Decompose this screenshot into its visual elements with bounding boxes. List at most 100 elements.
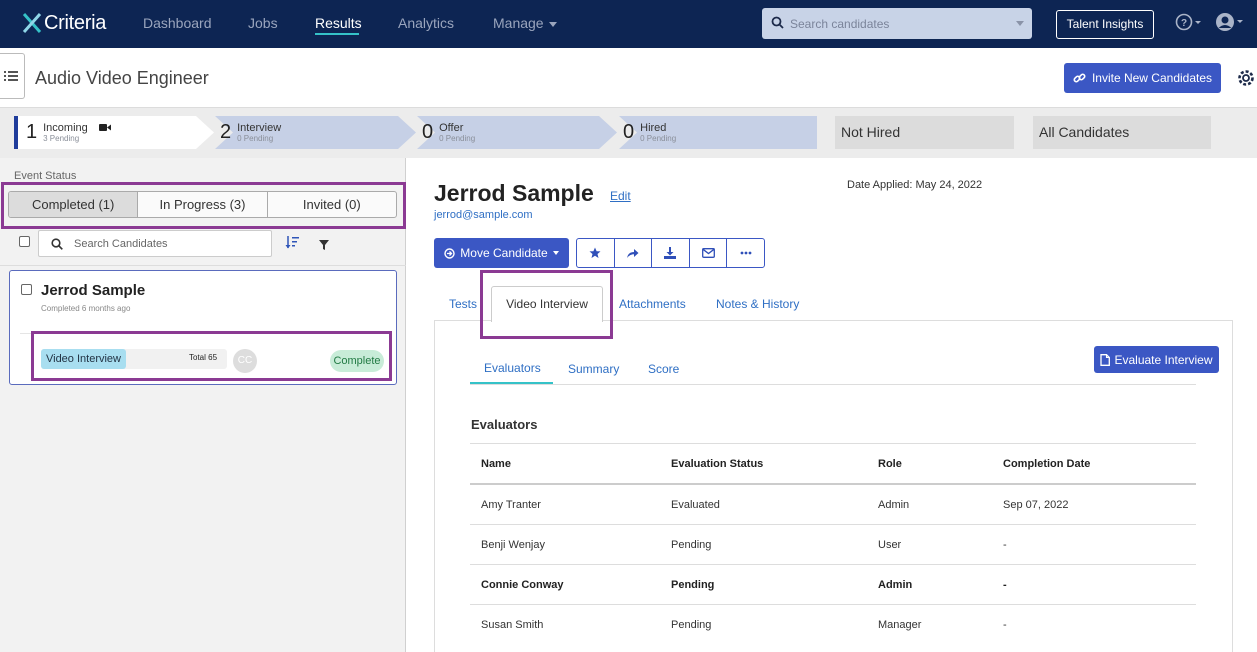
evaluation-status: Pending [671,619,712,631]
evaluation-status: Pending [671,539,712,551]
evaluator-name: Benji Wenjay [481,539,545,551]
evaluator-role: Admin [878,499,910,511]
subtab-score[interactable]: Score [648,362,679,376]
video-camera-icon [98,124,111,132]
stage-label: Offer [439,121,464,134]
table-rule [470,524,1196,525]
talent-insights-button[interactable]: Talent Insights [1056,10,1154,39]
invite-label: Invite New Candidates [1091,71,1213,85]
completion-date: Sep 07, 2022 [1003,499,1069,511]
candidate-completed-time: Completed 6 months ago [41,304,131,313]
share-button[interactable] [615,239,653,267]
user-menu[interactable] [1215,12,1247,37]
filter-button[interactable] [319,238,329,253]
favorite-button[interactable] [577,239,615,267]
stage-not-hired[interactable]: Not Hired [835,116,1014,149]
tab-attachments[interactable]: Attachments [619,297,686,311]
completion-date: - [1003,539,1007,551]
evaluator-name: Susan Smith [481,619,544,631]
search-icon [51,238,63,250]
sidebar-toggle-button[interactable] [0,53,25,99]
candidate-search[interactable]: Search candidates [762,8,1032,39]
table-header-rule [470,483,1196,485]
stage-offer[interactable]: 0 Offer 0 Pending [412,116,475,149]
stage-pending: 0 Pending [439,133,476,143]
stage-all-candidates[interactable]: All Candidates [1033,116,1211,149]
settings-button[interactable] [1236,68,1256,91]
select-all-checkbox[interactable] [19,236,30,247]
filter-icon [319,240,329,250]
tab-tests[interactable]: Tests [449,297,477,311]
stage-label: Incoming [43,121,88,134]
evaluator-name: Amy Tranter [481,499,541,511]
subtab-divider [470,384,1196,385]
column-header-date: Completion Date [1003,458,1091,470]
evaluator-role: Admin [878,579,913,591]
download-icon [664,247,677,259]
download-button[interactable] [652,239,690,267]
completion-date: - [1003,579,1007,591]
sort-button[interactable] [285,236,299,252]
subtab-summary[interactable]: Summary [568,362,619,376]
nav-results[interactable]: Results [315,15,362,31]
ellipsis-icon [740,251,752,255]
column-header-name: Name [481,458,511,470]
candidate-action-toolbar [576,238,765,268]
help-icon: ? [1175,13,1201,31]
svg-text:?: ? [1181,18,1187,29]
job-header: Audio Video Engineer Invite New Candidat… [0,48,1257,108]
candidate-name: Jerrod Sample [41,282,146,299]
move-candidate-label: Move Candidate [460,246,548,260]
candidate-email[interactable]: jerrod@sample.com [434,209,533,221]
chevron-down-icon [549,21,558,27]
criteria-logo[interactable]: Criteria [22,11,106,35]
highlight-video-interview-tab [480,270,613,339]
stage-count: 0 [422,121,434,143]
nav-dashboard[interactable]: Dashboard [143,15,212,31]
user-avatar-icon [1216,13,1243,31]
nav-active-underline [315,33,359,35]
edit-link[interactable]: Edit [610,189,631,203]
highlight-event-status [1,182,406,229]
highlight-card-result [31,331,392,381]
column-header-role: Role [878,458,902,470]
table-rule [470,564,1196,565]
divider [0,265,406,266]
more-options-button[interactable] [727,239,764,267]
tab-notes-history[interactable]: Notes & History [716,297,799,311]
sort-icon [285,236,299,249]
move-candidate-button[interactable]: Move Candidate [434,238,569,268]
candidate-list-search[interactable]: Search Candidates [38,230,272,257]
criteria-x-icon [22,13,42,33]
stage-hired[interactable]: 0 Hired 0 Pending [613,116,676,149]
candidate-list-panel: Event Status Completed (1) In Progress (… [0,158,406,652]
chevron-down-icon [552,251,559,255]
search-placeholder: Search Candidates [74,238,168,250]
stage-count: 0 [623,121,635,143]
evaluate-interview-label: Evaluate Interview [1114,352,1213,367]
help-menu[interactable]: ? [1175,13,1201,36]
stage-count: 1 [26,121,38,143]
stage-label: Interview [237,121,282,134]
event-status-label: Event Status [14,170,77,182]
email-button[interactable] [690,239,728,267]
stage-incoming[interactable]: 1 Incoming 3 Pending [16,116,111,149]
stage-interview[interactable]: 2 Interview 0 Pending [210,116,281,149]
nav-analytics[interactable]: Analytics [398,15,454,31]
nav-manage-label: Manage [493,15,544,31]
brand-name: Criteria [44,11,107,34]
stage-pending: 3 Pending [43,133,80,143]
candidate-checkbox[interactable] [21,284,32,295]
page-title: Audio Video Engineer [35,68,209,88]
nav-manage[interactable]: Manage [493,15,558,31]
nav-jobs[interactable]: Jobs [248,15,278,31]
candidate-title: Jerrod Sample [434,180,594,206]
invite-new-candidates-button[interactable]: Invite New Candidates [1064,63,1221,93]
evaluate-interview-button[interactable]: Evaluate Interview [1094,346,1219,373]
list-icon [4,71,18,81]
subtab-active-underline [470,382,553,384]
stage-pending: 0 Pending [237,133,274,143]
stage-pending: 0 Pending [640,133,677,143]
subtab-evaluators[interactable]: Evaluators [484,361,541,375]
search-dropdown-caret-icon[interactable] [1016,21,1024,26]
